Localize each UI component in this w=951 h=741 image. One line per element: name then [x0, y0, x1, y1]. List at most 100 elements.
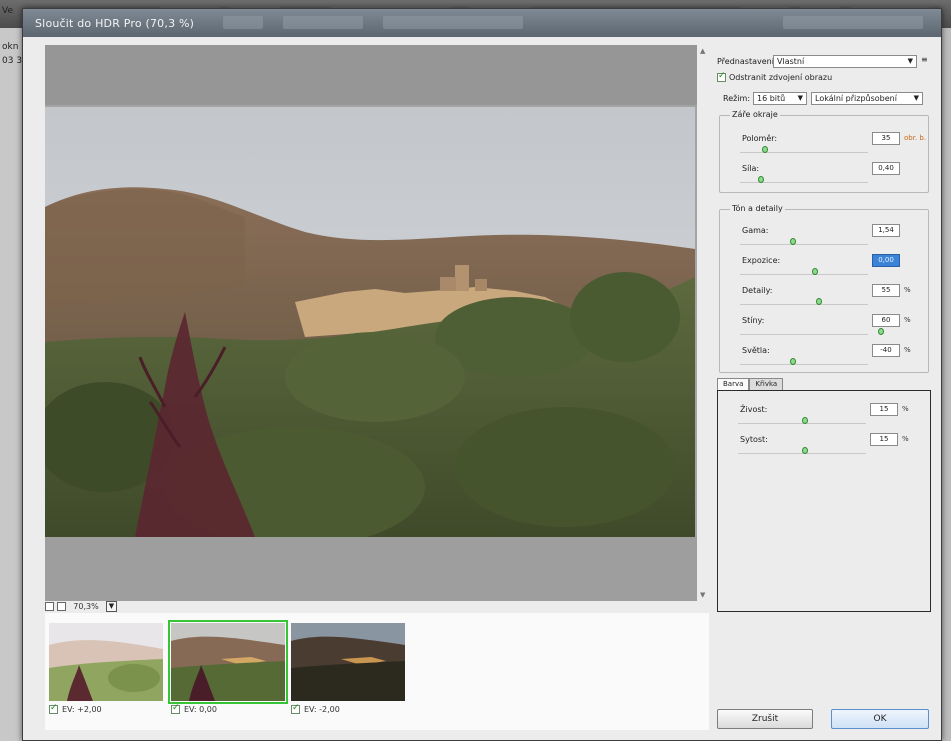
source-thumbnail[interactable] [291, 623, 405, 701]
detail-slider-track[interactable] [740, 304, 868, 305]
detail-slider-knob[interactable] [816, 298, 822, 305]
ev-label: EV: 0,00 [184, 705, 217, 714]
saturation-label: Sytost: [740, 435, 768, 444]
exposure-input[interactable]: 0,00 [872, 254, 900, 267]
exposure-label: Expozice: [742, 256, 781, 265]
gamma-input[interactable]: 1,54 [872, 224, 900, 237]
zoom-bar: 70,3% ▼ [45, 599, 117, 613]
saturation-slider-knob[interactable] [802, 447, 808, 454]
source-item: EV: -2,00 [291, 703, 340, 714]
strength-control: Síla: 0,40 [720, 162, 928, 194]
source-thumbnail[interactable] [49, 623, 163, 701]
radius-slider-track[interactable] [740, 152, 868, 153]
scroll-up-icon[interactable]: ▲ [700, 47, 705, 55]
radius-unit: obr. b. [904, 134, 927, 142]
source-include-checkbox[interactable] [171, 703, 180, 714]
highlight-slider-knob[interactable] [790, 358, 796, 365]
mode-label: Režim: [723, 94, 751, 103]
shadow-unit: % [904, 316, 911, 324]
strength-label: Síla: [742, 164, 760, 173]
edge-glow-group: Záře okraje Poloměr: 35 obr. b. Síla: 0,… [719, 110, 929, 194]
gamma-slider-track[interactable] [740, 244, 868, 245]
cancel-button[interactable]: Zrušit [717, 709, 813, 729]
exposure-slider-track[interactable] [740, 274, 868, 275]
chevron-down-icon: ▼ [797, 94, 803, 102]
mode-value: 16 bitů [757, 94, 786, 103]
remove-ghosts-checkbox[interactable] [717, 71, 726, 82]
merge-hdr-dialog: Sloučit do HDR Pro (70,3 %) ▲ ▼ 70,3% ▼ … [22, 8, 942, 741]
vibrance-control: Živost: 15 % [718, 403, 930, 435]
radius-input[interactable]: 35 [872, 132, 900, 145]
saturation-unit: % [902, 435, 909, 443]
tab-curve[interactable]: Křivka [749, 378, 784, 390]
shadow-slider-track[interactable] [740, 334, 868, 335]
preview-canvas-bottom [45, 537, 697, 601]
gamma-slider-knob[interactable] [790, 238, 796, 245]
source-item: EV: +2,00 [49, 703, 102, 714]
vibrance-slider-knob[interactable] [802, 417, 808, 424]
chevron-down-icon: ▼ [913, 94, 919, 102]
tone-detail-title: Tón a detaily [730, 204, 785, 213]
zoom-dropdown-button[interactable]: ▼ [106, 600, 117, 612]
shadow-input[interactable]: 60 [872, 314, 900, 327]
saturation-input[interactable]: 15 [870, 433, 898, 446]
highlight-unit: % [904, 346, 911, 354]
radius-slider-knob[interactable] [762, 146, 768, 153]
source-include-checkbox[interactable] [49, 703, 58, 714]
zoom-value: 70,3% [73, 601, 99, 611]
source-item: EV: 0,00 [171, 703, 217, 714]
highlight-input[interactable]: -40 [872, 344, 900, 357]
highlight-control: Světla: -40 % [720, 344, 928, 376]
gamma-control: Gama: 1,54 [720, 224, 928, 256]
radius-control: Poloměr: 35 obr. b. [720, 132, 928, 164]
source-include-checkbox[interactable] [291, 703, 300, 714]
panel-menu-icon[interactable]: ≡ [921, 55, 928, 64]
ok-button[interactable]: OK [831, 709, 929, 729]
titlebar-ghost [383, 16, 523, 29]
shadow-label: Stíny: [742, 316, 765, 325]
shadow-slider-knob[interactable] [878, 328, 884, 335]
hdr-settings-panel: Přednastavení: Vlastní ▼ ≡ Odstranit zdv… [713, 45, 939, 735]
source-filmstrip: EV: +2,00 EV: 0,00 EV: [45, 613, 709, 730]
titlebar-ghost [783, 16, 923, 29]
detail-control: Detaily: 55 % [720, 284, 928, 316]
dialog-title: Sloučit do HDR Pro (70,3 %) [35, 17, 195, 30]
color-tab-panel: Živost: 15 % Sytost: 15 % [717, 390, 931, 612]
vibrance-slider-track[interactable] [738, 423, 866, 424]
strength-slider-knob[interactable] [758, 176, 764, 183]
tab-color[interactable]: Barva [717, 378, 750, 390]
method-value: Lokální přizpůsobení [815, 94, 897, 103]
image-preview[interactable] [45, 45, 697, 601]
detail-label: Detaily: [742, 286, 773, 295]
vibrance-input[interactable]: 15 [870, 403, 898, 416]
gamma-label: Gama: [742, 226, 769, 235]
method-select[interactable]: Lokální přizpůsobení ▼ [811, 92, 923, 105]
radius-label: Poloměr: [742, 134, 778, 143]
preview-vertical-scrollbar[interactable]: ▲ ▼ [699, 45, 709, 601]
color-curve-tabs: Barva Křivka [717, 378, 784, 390]
remove-ghosts-label: Odstranit zdvojení obrazu [729, 73, 833, 82]
zoom-in-icon[interactable] [57, 601, 66, 611]
preview-canvas-top [45, 45, 697, 105]
vibrance-unit: % [902, 405, 909, 413]
dialog-titlebar[interactable]: Sloučit do HDR Pro (70,3 %) [23, 9, 941, 37]
saturation-control: Sytost: 15 % [718, 433, 930, 465]
source-thumbnail-selected[interactable] [168, 620, 288, 704]
tone-detail-group: Tón a detaily Gama: 1,54 Expozice: 0,00 … [719, 204, 929, 376]
bit-depth-select[interactable]: 16 bitů ▼ [753, 92, 807, 105]
app-left-text: okn [2, 42, 19, 52]
detail-input[interactable]: 55 [872, 284, 900, 297]
strength-input[interactable]: 0,40 [872, 162, 900, 175]
vibrance-label: Živost: [740, 405, 768, 414]
saturation-slider-track[interactable] [738, 453, 866, 454]
scroll-down-icon[interactable]: ▼ [700, 591, 705, 599]
ev-label: EV: -2,00 [304, 705, 340, 714]
zoom-out-icon[interactable] [45, 601, 54, 611]
highlight-slider-track[interactable] [740, 364, 868, 365]
preset-select[interactable]: Vlastní ▼ [773, 55, 917, 68]
exposure-slider-knob[interactable] [812, 268, 818, 275]
preset-value: Vlastní [777, 57, 805, 66]
detail-unit: % [904, 286, 911, 294]
preset-label: Přednastavení: [717, 57, 777, 66]
shadow-control: Stíny: 60 % [720, 314, 928, 346]
